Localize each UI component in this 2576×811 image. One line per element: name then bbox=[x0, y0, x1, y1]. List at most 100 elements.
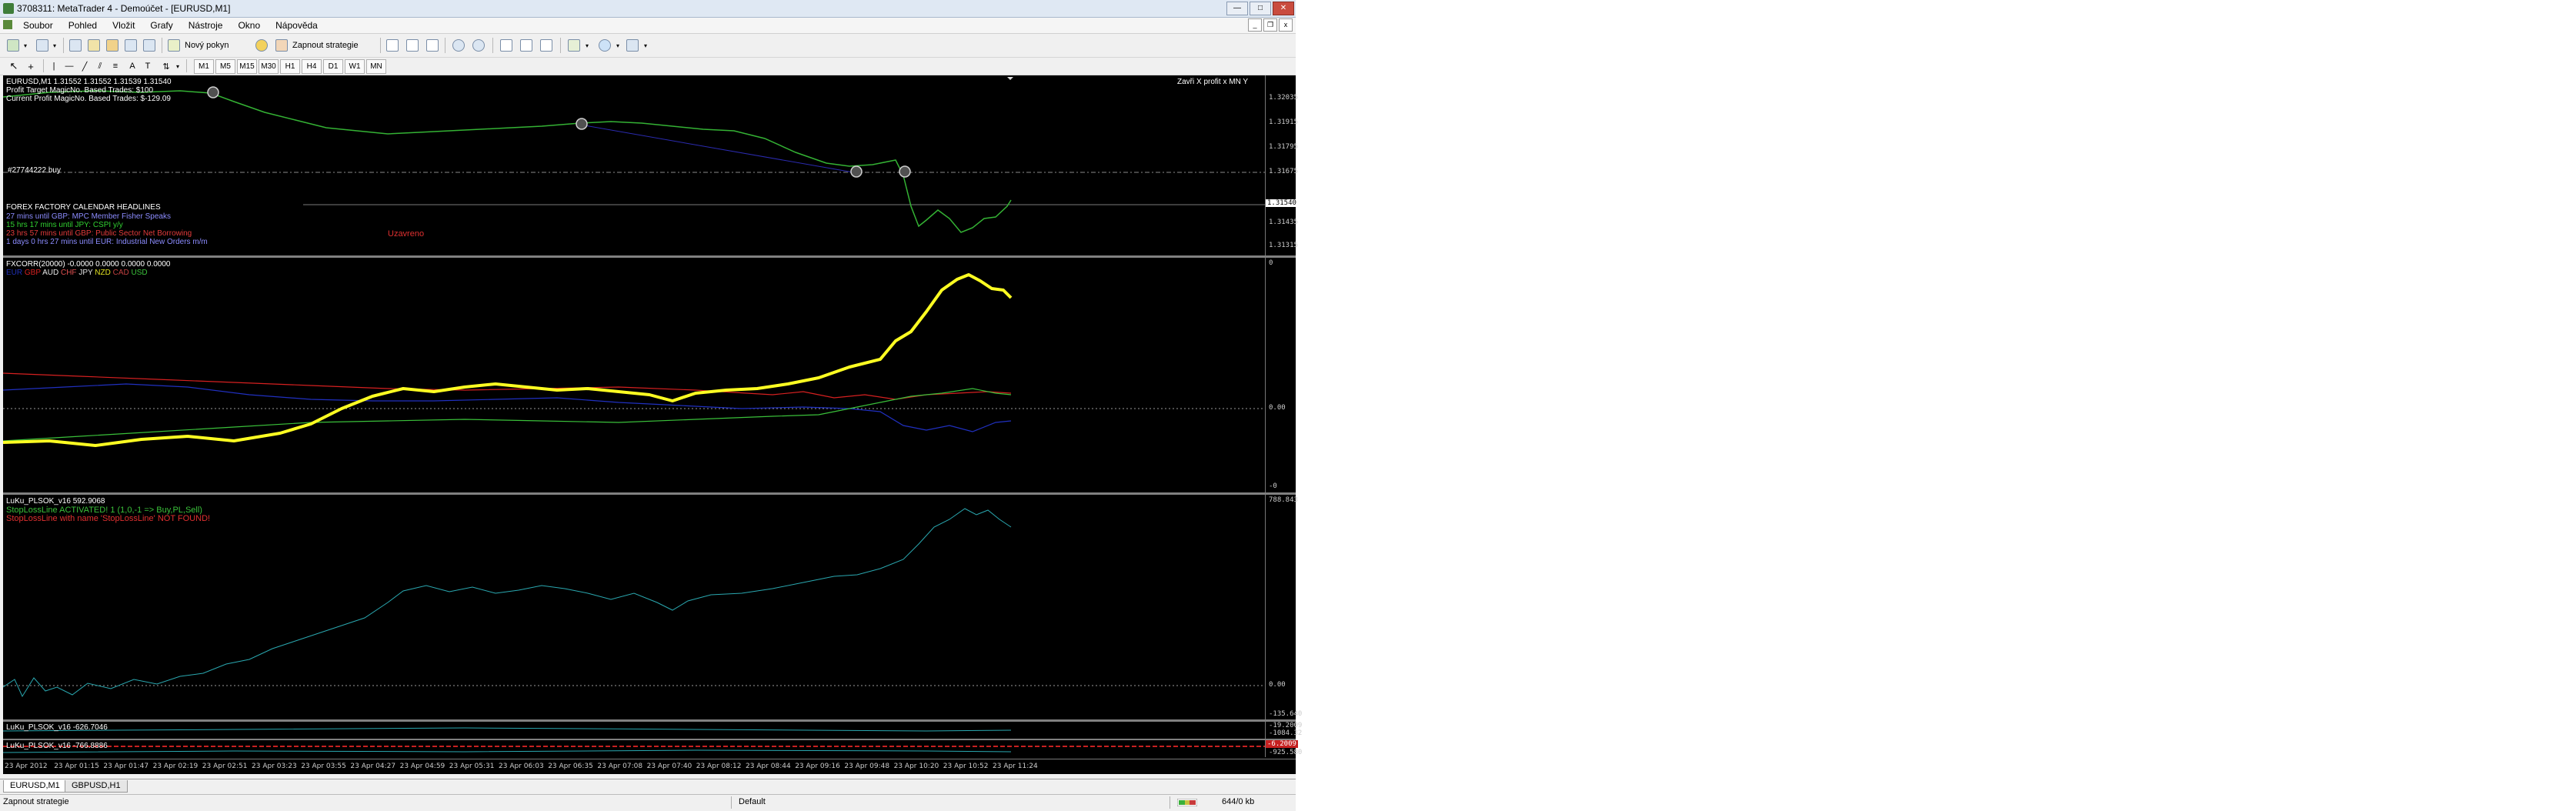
mdi-minimize-button[interactable]: _ bbox=[1248, 18, 1262, 32]
market-watch-icon[interactable] bbox=[68, 38, 83, 53]
zoom-in-icon[interactable] bbox=[451, 38, 466, 53]
time-tick: 23 Apr 10:20 bbox=[893, 763, 939, 770]
strategy-tester-icon[interactable] bbox=[142, 38, 157, 53]
current-profit-label: Current Profit MagicNo. Based Trades: $-… bbox=[6, 95, 171, 103]
minimize-button[interactable]: — bbox=[1226, 2, 1248, 15]
chart-shift-icon[interactable] bbox=[519, 38, 534, 53]
profile-name[interactable]: Default bbox=[739, 797, 766, 806]
arrows-icon[interactable]: ⇅ bbox=[160, 58, 172, 74]
metaeditor-icon[interactable] bbox=[254, 38, 269, 53]
candlestick-icon[interactable] bbox=[405, 38, 420, 53]
fxcorr-header: FXCORR(20000) -0.0000 0.0000 0.0000 0.00… bbox=[6, 260, 171, 269]
fxcorr-pane[interactable]: FXCORR(20000) -0.0000 0.0000 0.0000 0.00… bbox=[3, 258, 1265, 492]
arrows-dropdown-icon[interactable]: ▾ bbox=[174, 58, 182, 74]
menu-pohled[interactable]: Pohled bbox=[61, 20, 105, 31]
price-tick: 1.31675 bbox=[1269, 168, 1298, 175]
mdi-close-button[interactable]: x bbox=[1279, 18, 1293, 32]
templates-icon[interactable] bbox=[625, 38, 640, 53]
close-profit-button[interactable]: Zavři X profit x MN Y bbox=[1177, 78, 1248, 86]
tab-gbpusd-h1[interactable]: GBPUSD,H1 bbox=[65, 780, 128, 793]
chart-window-icon[interactable] bbox=[3, 20, 12, 29]
tab-eurusd-m1[interactable]: EURUSD,M1 bbox=[3, 780, 67, 793]
terminal-icon[interactable] bbox=[123, 38, 138, 53]
price-scale[interactable]: 1.32035 1.31915 1.31795 1.31675 1.31540 … bbox=[1265, 75, 1298, 255]
legend-usd: USD bbox=[131, 269, 148, 277]
luku-small-pane-2[interactable]: LuKu_PLSOK_v16 -766.8886 bbox=[3, 740, 1265, 757]
new-chart-dropdown-icon[interactable]: ▾ bbox=[22, 38, 29, 53]
timeframe-h4[interactable]: H4 bbox=[302, 59, 322, 74]
menu-okno[interactable]: Okno bbox=[230, 20, 268, 31]
trendline-icon[interactable]: ╱ bbox=[78, 58, 91, 74]
menu-grafy[interactable]: Grafy bbox=[142, 20, 180, 31]
trade-marker-icon bbox=[576, 118, 588, 130]
time-tick: 23 Apr 05:31 bbox=[449, 763, 495, 770]
standard-toolbar: ▾ ▾ Nový pokyn Zapnout strategie ▾ ▾ ▾ bbox=[0, 34, 1296, 58]
new-chart-icon[interactable] bbox=[6, 38, 20, 53]
price-pane[interactable]: EURUSD,M1 1.31552 1.31552 1.31539 1.3154… bbox=[3, 75, 1265, 255]
fxcorr-scale[interactable]: 0 0.00 -0 bbox=[1265, 258, 1296, 492]
start-strategy-button[interactable]: Zapnout strategie bbox=[292, 38, 377, 53]
timeframe-m5[interactable]: M5 bbox=[215, 59, 235, 74]
periods-dropdown-icon[interactable]: ▾ bbox=[614, 38, 622, 53]
autoscroll-icon[interactable] bbox=[539, 38, 554, 53]
luku-small-pane-1[interactable]: LuKu_PLSOK_v16 -626.7046 bbox=[3, 722, 1265, 739]
crosshair-icon[interactable]: + bbox=[25, 58, 37, 74]
menu-nastroje[interactable]: Nástroje bbox=[181, 20, 231, 31]
legend-gbp: GBP bbox=[24, 269, 41, 277]
timeframe-h1[interactable]: H1 bbox=[280, 59, 300, 74]
channel-icon[interactable]: ⫽ bbox=[94, 58, 106, 74]
mdi-restore-button[interactable]: ❐ bbox=[1263, 18, 1277, 32]
luku-small-header-1: LuKu_PLSOK_v16 -626.7046 bbox=[6, 723, 108, 732]
time-tick: 23 Apr 08:12 bbox=[696, 763, 742, 770]
luku-pane[interactable]: LuKu_PLSOK_v16 592.9068 StopLossLine ACT… bbox=[3, 495, 1265, 719]
horizontal-line-icon[interactable]: — bbox=[63, 58, 75, 74]
close-button[interactable]: ✕ bbox=[1273, 2, 1294, 15]
luku-small-scale-2[interactable]: -6.2009 -925.580 bbox=[1265, 740, 1302, 757]
new-order-button[interactable]: Nový pokyn bbox=[185, 38, 251, 53]
vertical-line-icon[interactable]: | bbox=[48, 58, 60, 74]
data-window-icon[interactable] bbox=[86, 38, 102, 53]
new-order-icon[interactable] bbox=[166, 38, 182, 53]
bar-chart-icon[interactable] bbox=[385, 38, 400, 53]
maximize-button[interactable]: □ bbox=[1250, 2, 1271, 15]
line-chart-icon[interactable] bbox=[425, 38, 440, 53]
price-tick: 1.31795 bbox=[1269, 143, 1298, 151]
text-label-icon[interactable]: T bbox=[142, 58, 154, 74]
timeframe-m1[interactable]: M1 bbox=[194, 59, 214, 74]
indicators-dropdown-icon[interactable]: ▾ bbox=[583, 38, 591, 53]
luku-scale[interactable]: 788.843 0.00 -135.640 bbox=[1265, 495, 1302, 719]
profiles-icon[interactable] bbox=[35, 38, 49, 53]
navigator-icon[interactable] bbox=[105, 38, 120, 53]
time-axis[interactable]: 23 Apr 2012 23 Apr 01:15 23 Apr 01:47 23 Ap… bbox=[3, 759, 1296, 775]
timeframe-d1[interactable]: D1 bbox=[323, 59, 343, 74]
indicators-icon[interactable] bbox=[566, 38, 582, 53]
cursor-icon[interactable]: ↖ bbox=[8, 58, 20, 74]
timeframe-m15[interactable]: M15 bbox=[237, 59, 257, 74]
tools-toolbar: ↖ + | — ╱ ⫽ ≡ A T ⇅ ▾ M1 M5 M15 M30 H1 H… bbox=[0, 58, 1296, 75]
menu-vlozit[interactable]: Vložit bbox=[105, 20, 142, 31]
time-tick: 23 Apr 04:27 bbox=[350, 763, 396, 770]
timeframe-m30[interactable]: M30 bbox=[259, 59, 279, 74]
luku-small-chart-2 bbox=[3, 746, 1265, 753]
menu-napoveda[interactable]: Nápověda bbox=[268, 20, 325, 31]
trade-connector-line bbox=[579, 124, 854, 173]
tile-windows-icon[interactable] bbox=[499, 38, 514, 53]
zoom-out-icon[interactable] bbox=[471, 38, 486, 53]
fibonacci-icon[interactable]: ≡ bbox=[109, 58, 122, 74]
luku-small-scale-1[interactable]: -19.2009 -1084.32 bbox=[1265, 722, 1302, 739]
timeframe-w1[interactable]: W1 bbox=[345, 59, 365, 74]
order-label: #27744222 buy bbox=[8, 166, 61, 175]
luku-tick: -135.640 bbox=[1269, 710, 1303, 718]
text-tool-icon[interactable]: A bbox=[126, 58, 138, 74]
time-tick: 23 Apr 09:48 bbox=[844, 763, 890, 770]
expert-advisors-icon[interactable] bbox=[274, 38, 289, 53]
luku-small-tick: -6.2009 bbox=[1266, 740, 1298, 748]
menu-soubor[interactable]: Soubor bbox=[15, 20, 61, 31]
price-tick: 1.31315 bbox=[1269, 242, 1298, 249]
symbol-header: EURUSD,M1 1.31552 1.31552 1.31539 1.3154… bbox=[6, 78, 172, 86]
timeframe-mn[interactable]: MN bbox=[366, 59, 386, 74]
chart-window[interactable]: EURUSD,M1 1.31552 1.31552 1.31539 1.3154… bbox=[3, 75, 1302, 775]
profiles-dropdown-icon[interactable]: ▾ bbox=[51, 38, 58, 53]
templates-dropdown-icon[interactable]: ▾ bbox=[642, 38, 649, 53]
periods-icon[interactable] bbox=[597, 38, 612, 53]
